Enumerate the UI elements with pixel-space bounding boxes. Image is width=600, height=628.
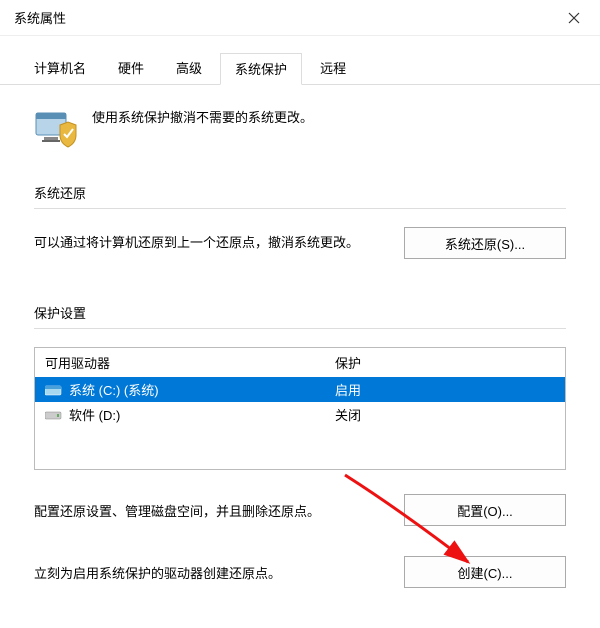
tabs: 计算机名 硬件 高级 系统保护 远程	[0, 36, 600, 85]
tab-system-protection[interactable]: 系统保护	[220, 53, 302, 85]
system-protection-icon	[34, 105, 78, 149]
intro-text: 使用系统保护撤消不需要的系统更改。	[92, 105, 313, 149]
drive-icon	[45, 408, 63, 422]
tab-advanced[interactable]: 高级	[162, 53, 216, 85]
create-text: 立刻为启用系统保护的驱动器创建还原点。	[34, 563, 388, 582]
configure-row: 配置还原设置、管理磁盘空间，并且删除还原点。 配置(O)...	[34, 494, 566, 526]
drives-header: 可用驱动器 保护	[35, 348, 565, 377]
window-title: 系统属性	[14, 8, 66, 27]
create-row: 立刻为启用系统保护的驱动器创建还原点。 创建(C)...	[34, 556, 566, 588]
drive-protection: 启用	[335, 380, 555, 399]
drives-list: 可用驱动器 保护 系统 (C:) (系统) 启用 软件 (D:) 关闭	[34, 347, 566, 470]
configure-button[interactable]: 配置(O)...	[404, 494, 566, 526]
drive-label: 软件 (D:)	[69, 405, 335, 424]
drive-label: 系统 (C:) (系统)	[69, 380, 335, 399]
titlebar: 系统属性	[0, 0, 600, 36]
close-button[interactable]	[552, 2, 596, 34]
col-protection-header: 保护	[335, 353, 555, 372]
configure-text: 配置还原设置、管理磁盘空间，并且删除还原点。	[34, 501, 388, 520]
tab-content: 使用系统保护撤消不需要的系统更改。 系统还原 可以通过将计算机还原到上一个还原点…	[0, 85, 600, 628]
drive-protection: 关闭	[335, 405, 555, 424]
system-restore-button[interactable]: 系统还原(S)...	[404, 227, 566, 259]
drive-row-d[interactable]: 软件 (D:) 关闭	[35, 402, 565, 427]
tab-computer-name[interactable]: 计算机名	[20, 53, 100, 85]
system-restore-text: 可以通过将计算机还原到上一个还原点，撤消系统更改。	[34, 233, 388, 254]
drive-icon	[45, 383, 63, 397]
tab-hardware[interactable]: 硬件	[104, 53, 158, 85]
close-icon	[568, 12, 580, 24]
create-button[interactable]: 创建(C)...	[404, 556, 566, 588]
protection-settings-header: 保护设置	[34, 303, 566, 329]
intro-row: 使用系统保护撤消不需要的系统更改。	[34, 105, 566, 149]
col-drive-header: 可用驱动器	[45, 353, 335, 372]
drive-row-c[interactable]: 系统 (C:) (系统) 启用	[35, 377, 565, 402]
tab-remote[interactable]: 远程	[306, 53, 360, 85]
system-restore-header: 系统还原	[34, 183, 566, 209]
system-restore-row: 可以通过将计算机还原到上一个还原点，撤消系统更改。 系统还原(S)...	[34, 227, 566, 259]
